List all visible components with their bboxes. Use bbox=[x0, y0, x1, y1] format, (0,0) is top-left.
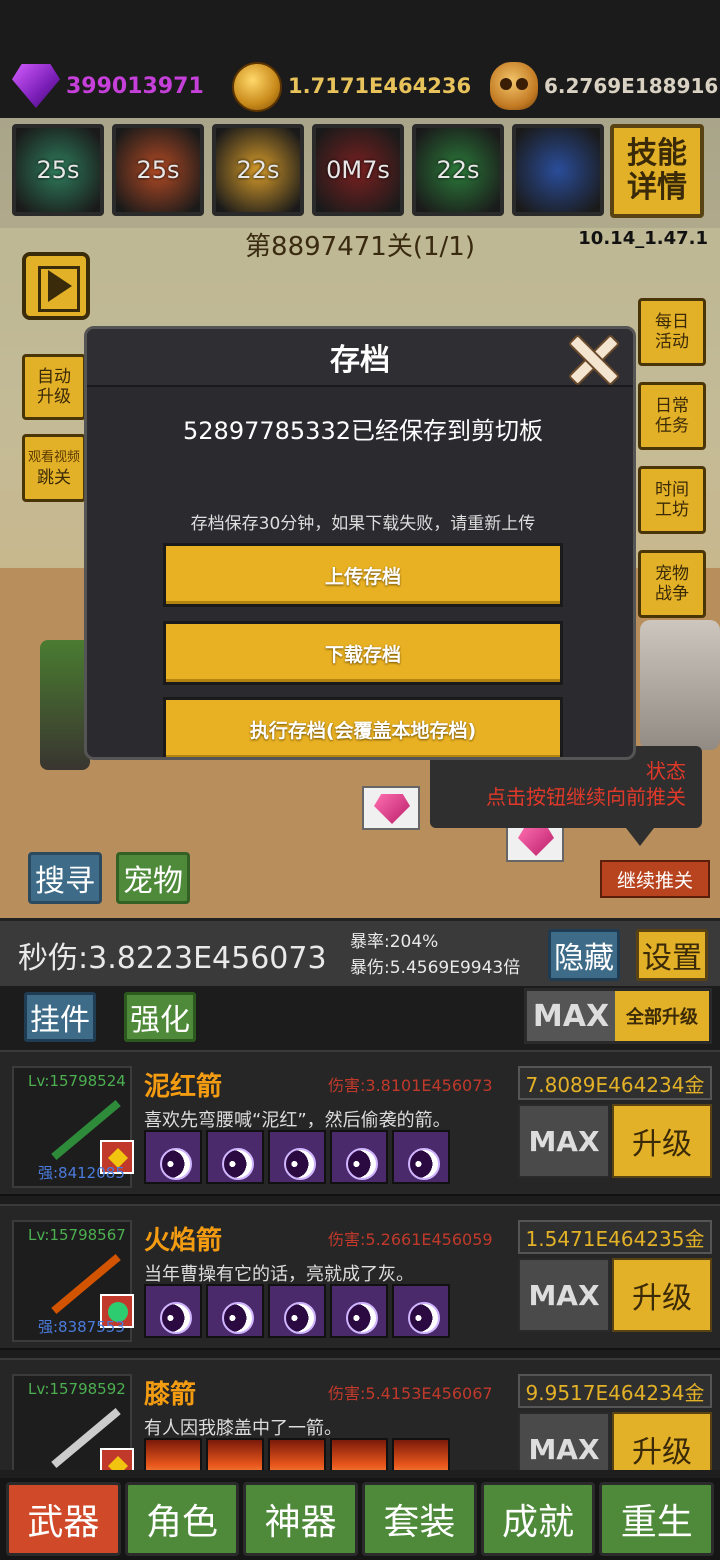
upgrade-all-control: MAX 全部升级 bbox=[524, 988, 712, 1044]
crit-rate: 暴率:204% bbox=[350, 932, 439, 952]
weapon-damage: 伤害:5.2661E456059 bbox=[328, 1230, 493, 1249]
rune-slots bbox=[144, 1438, 450, 1470]
execute-save-button[interactable]: 执行存档(会覆盖本地存档) bbox=[163, 697, 563, 757]
weapon-strength: 强:8387553 bbox=[38, 1318, 125, 1336]
upgrade-all-button[interactable]: 全部升级 bbox=[615, 991, 709, 1041]
upload-save-button[interactable]: 上传存档 bbox=[163, 543, 563, 607]
crit-stats: 暴率:204% 暴伤:5.4569E9943倍 bbox=[350, 929, 520, 981]
yin-yang-rune-icon[interactable] bbox=[206, 1284, 264, 1338]
download-save-button[interactable]: 下载存档 bbox=[163, 621, 563, 685]
fire-rune-icon[interactable] bbox=[330, 1438, 388, 1470]
weapon-description: 当年曹操有它的话，亮就成了灰。 bbox=[144, 1264, 414, 1285]
tab-pendant[interactable]: 挂件 bbox=[24, 992, 96, 1042]
weapon-name: 火焰箭 bbox=[144, 1226, 223, 1256]
nav-character[interactable]: 角色 bbox=[124, 1482, 240, 1556]
weapon-card: Lv:15798592 膝箭 伤害:5.4153E456067 有人因我膝盖中了… bbox=[0, 1358, 720, 1470]
max-button[interactable]: MAX bbox=[518, 1104, 610, 1178]
save-note: 存档保存30分钟，如果下载失败，请重新上传 bbox=[190, 514, 536, 534]
weapon-damage: 伤害:5.4153E456067 bbox=[328, 1384, 493, 1403]
nav-rebirth[interactable]: 重生 bbox=[599, 1482, 715, 1556]
hide-button[interactable]: 隐藏 bbox=[548, 929, 620, 981]
weapon-level: Lv:15798592 bbox=[28, 1380, 126, 1398]
weapon-name: 膝箭 bbox=[144, 1380, 197, 1410]
fire-rune-icon[interactable] bbox=[392, 1438, 450, 1470]
weapon-name: 泥红箭 bbox=[144, 1072, 223, 1102]
weapon-description: 有人因我膝盖中了一箭。 bbox=[144, 1418, 342, 1439]
crit-damage: 暴伤:5.4569E9943倍 bbox=[350, 958, 521, 978]
fire-rune-icon[interactable] bbox=[206, 1438, 264, 1470]
nav-set[interactable]: 套装 bbox=[362, 1482, 477, 1556]
upgrade-price: 7.8089E464234金 bbox=[518, 1066, 712, 1100]
modal-overlay: 存档 52897785332已经保存到剪切板 存档保存30分钟，如果下载失败，请… bbox=[0, 0, 720, 918]
yin-yang-rune-icon[interactable] bbox=[392, 1130, 450, 1184]
saved-message: 52897785332已经保存到剪切板 bbox=[183, 417, 543, 445]
yin-yang-rune-icon[interactable] bbox=[330, 1284, 388, 1338]
yin-yang-rune-icon[interactable] bbox=[330, 1130, 388, 1184]
save-modal: 存档 52897785332已经保存到剪切板 存档保存30分钟，如果下载失败，请… bbox=[84, 326, 636, 760]
nav-weapon[interactable]: 武器 bbox=[6, 1482, 121, 1556]
upgrade-price: 9.9517E464234金 bbox=[518, 1374, 712, 1408]
yin-yang-rune-icon[interactable] bbox=[392, 1284, 450, 1338]
dps-value: 秒伤:3.8223E456073 bbox=[18, 941, 327, 976]
weapon-list: Lv:15798524 强:8412085 泥红箭 伤害:3.8101E4560… bbox=[0, 1050, 720, 1470]
yin-yang-rune-icon[interactable] bbox=[268, 1284, 326, 1338]
stats-bar: 秒伤:3.8223E456073 暴率:204% 暴伤:5.4569E9943倍… bbox=[0, 918, 720, 986]
weapon-level: Lv:15798567 bbox=[28, 1226, 126, 1244]
max-button[interactable]: MAX bbox=[518, 1412, 610, 1470]
bottom-nav: 武器 角色 神器 套装 成就 重生 bbox=[0, 1478, 720, 1560]
gem-slot-icon bbox=[100, 1448, 134, 1470]
weapon-strength: 强:8412085 bbox=[38, 1164, 125, 1182]
max-button[interactable]: MAX bbox=[518, 1258, 610, 1332]
max-all-button[interactable]: MAX bbox=[527, 991, 615, 1041]
upgrade-button[interactable]: 升级 bbox=[612, 1412, 712, 1470]
weapon-card: Lv:15798524 强:8412085 泥红箭 伤害:3.8101E4560… bbox=[0, 1050, 720, 1196]
weapon-description: 喜欢先弯腰喊“泥红”，然后偷袭的箭。 bbox=[144, 1110, 451, 1131]
upgrade-button[interactable]: 升级 bbox=[612, 1104, 712, 1178]
close-icon[interactable] bbox=[564, 330, 618, 384]
settings-button[interactable]: 设置 bbox=[636, 929, 708, 981]
nav-achievement[interactable]: 成就 bbox=[480, 1482, 596, 1556]
yin-yang-rune-icon[interactable] bbox=[268, 1130, 326, 1184]
weapon-level: Lv:15798524 bbox=[28, 1072, 126, 1090]
yin-yang-rune-icon[interactable] bbox=[144, 1130, 202, 1184]
rune-slots bbox=[144, 1284, 450, 1338]
sub-tab-row: 挂件 强化 MAX 全部升级 bbox=[0, 986, 720, 1050]
yin-yang-rune-icon[interactable] bbox=[206, 1130, 264, 1184]
nav-artifact[interactable]: 神器 bbox=[243, 1482, 359, 1556]
fire-rune-icon[interactable] bbox=[144, 1438, 202, 1470]
rune-slots bbox=[144, 1130, 450, 1184]
upgrade-button[interactable]: 升级 bbox=[612, 1258, 712, 1332]
fire-rune-icon[interactable] bbox=[268, 1438, 326, 1470]
tab-strengthen[interactable]: 强化 bbox=[124, 992, 196, 1042]
yin-yang-rune-icon[interactable] bbox=[144, 1284, 202, 1338]
upgrade-price: 1.5471E464235金 bbox=[518, 1220, 712, 1254]
weapon-card: Lv:15798567 强:8387553 火焰箭 伤害:5.2661E4560… bbox=[0, 1204, 720, 1350]
modal-title: 存档 bbox=[87, 329, 633, 387]
weapon-damage: 伤害:3.8101E456073 bbox=[328, 1076, 493, 1095]
